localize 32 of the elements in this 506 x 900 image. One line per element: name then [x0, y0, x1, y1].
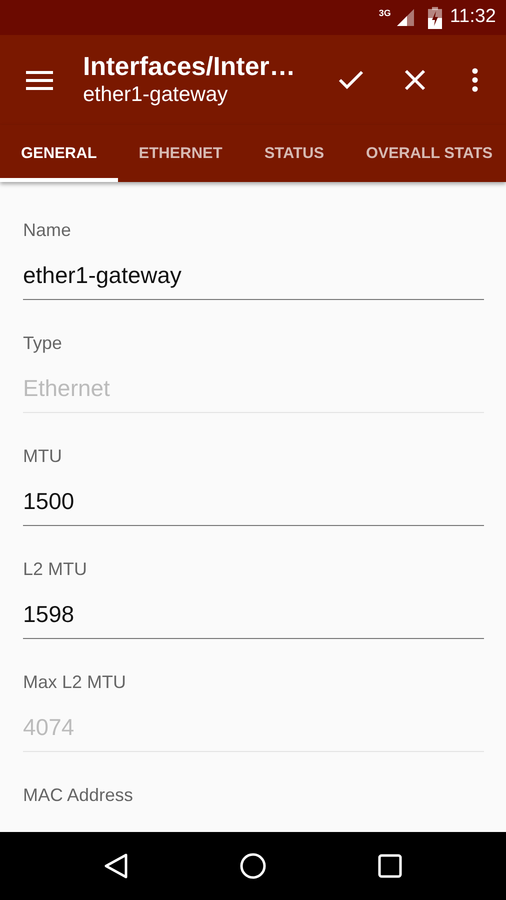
menu-icon: [26, 70, 53, 90]
field-label: Name: [23, 219, 72, 242]
clock: 11:32: [450, 5, 496, 30]
field-label: Type: [23, 332, 64, 355]
tab[interactable]: STATUS: [243, 125, 346, 182]
battery-charging-icon: [428, 6, 442, 28]
save-button[interactable]: [338, 70, 364, 90]
menu-button[interactable]: [26, 70, 53, 90]
network-type: 3G: [378, 7, 391, 20]
recent-apps-button[interactable]: [378, 854, 402, 878]
tab[interactable]: GENERAL: [0, 125, 118, 182]
home-button[interactable]: [240, 853, 266, 879]
checkmark-icon: [338, 70, 364, 90]
close-button[interactable]: [404, 69, 426, 91]
more-button[interactable]: [472, 68, 478, 92]
input-field[interactable]: ether1-gateway: [23, 250, 484, 300]
field-label: MTU: [23, 445, 63, 468]
tab[interactable]: OVERALL STATS: [345, 125, 495, 182]
screen-title: Interfaces/Inter…: [83, 52, 296, 82]
input-field: Ethernet: [23, 363, 484, 412]
signal-icon: [396, 9, 414, 26]
back-button[interactable]: [104, 853, 128, 879]
close-icon: [404, 69, 426, 91]
field-label: MAC Address: [23, 784, 134, 807]
field-label: Max L2 MTU: [23, 671, 128, 694]
input-field[interactable]: 1598: [23, 589, 484, 638]
input-field[interactable]: 1500: [23, 476, 484, 526]
field-label: L2 MTU: [23, 558, 88, 581]
more-icon: [472, 68, 478, 92]
input-field: 4074: [23, 702, 484, 752]
screen-subtitle: ether1-gateway: [83, 82, 229, 108]
tab[interactable]: ETHERNET: [118, 125, 244, 182]
